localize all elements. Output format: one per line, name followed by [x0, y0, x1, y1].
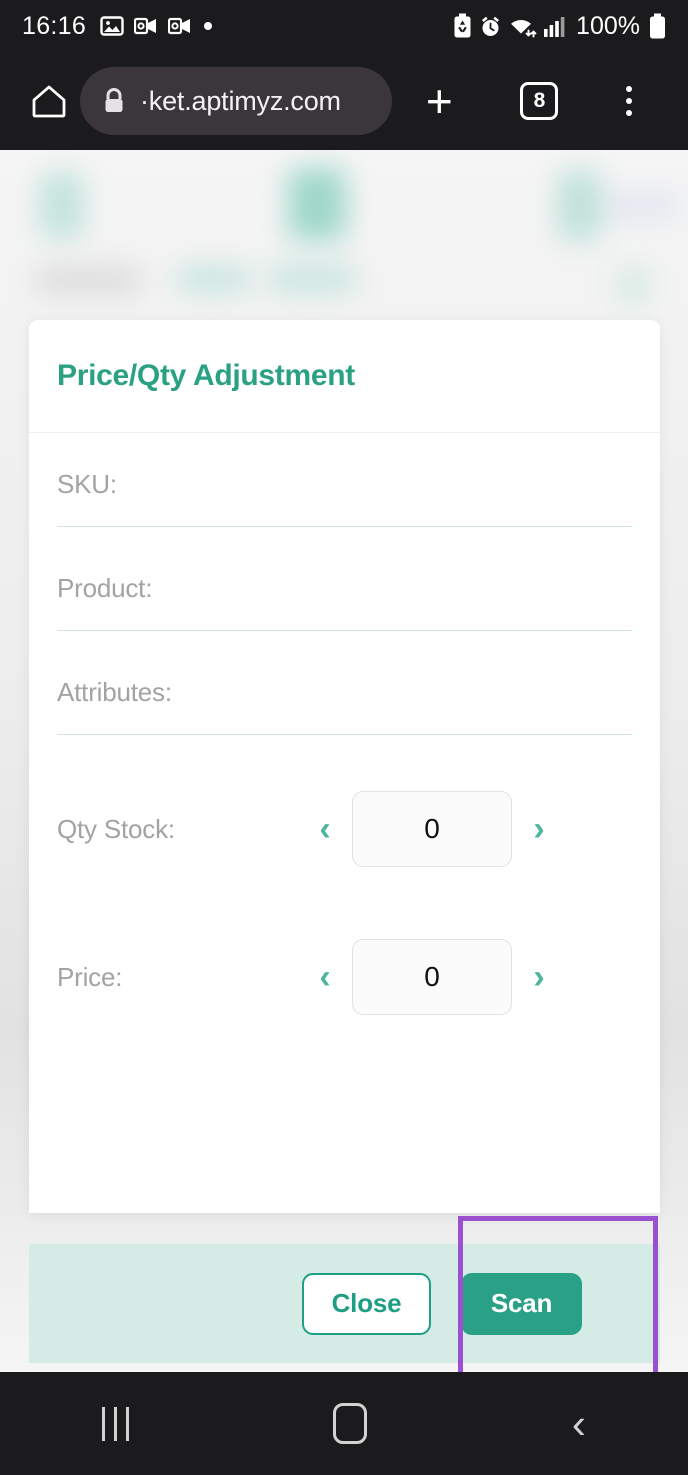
tab-switcher-button[interactable]: 8 — [520, 82, 559, 120]
sku-field[interactable]: SKU: — [57, 469, 632, 527]
status-bar-left: 16:16 — [22, 12, 214, 41]
price-input[interactable]: 0 — [352, 939, 512, 1015]
outlook-notification-icon — [134, 16, 158, 36]
status-bar: 16:16 100% — [0, 0, 688, 52]
sku-label: SKU: — [57, 469, 117, 499]
gallery-icon — [100, 14, 124, 38]
home-icon[interactable] — [22, 81, 76, 121]
new-tab-button[interactable]: + — [426, 78, 453, 124]
qty-stock-stepper: Qty Stock: ‹ 0 › — [57, 781, 632, 877]
phone-screen: 16:16 100% ·ket.aptimyz.com + 8 Price/Qt… — [0, 0, 688, 1475]
product-label: Product: — [57, 573, 153, 603]
price-label: Price: — [57, 961, 123, 992]
battery-icon — [649, 13, 666, 40]
page-content: Price/Qty Adjustment SKU: Product: Attri… — [0, 150, 688, 1372]
chevron-right-icon[interactable]: › — [516, 960, 562, 994]
lock-icon — [102, 87, 126, 115]
battery-saver-icon — [453, 13, 472, 39]
recents-icon[interactable] — [102, 1406, 130, 1441]
battery-percent-label: 100% — [576, 11, 640, 40]
sku-underline — [57, 526, 632, 527]
wifi-icon — [509, 15, 537, 38]
attributes-label: Attributes: — [57, 677, 172, 707]
product-field[interactable]: Product: — [57, 573, 632, 631]
qty-stock-input[interactable]: 0 — [352, 791, 512, 867]
modal-body: SKU: Product: Attributes: Qty Stock: ‹ 0… — [29, 433, 660, 1025]
status-clock: 16:16 — [22, 11, 87, 40]
page-title: Price/Qty Adjustment — [57, 359, 355, 392]
address-bar[interactable]: ·ket.aptimyz.com — [80, 67, 392, 135]
status-bar-right: 100% — [453, 12, 666, 41]
dot-indicator-icon — [202, 20, 214, 32]
chevron-right-icon[interactable]: › — [516, 812, 562, 846]
outlook-notification-icon — [168, 16, 192, 36]
qty-stock-label: Qty Stock: — [57, 813, 175, 844]
browser-toolbar: ·ket.aptimyz.com + 8 — [0, 52, 688, 150]
android-navigation-bar: ‹ — [0, 1372, 688, 1475]
home-square-icon[interactable] — [333, 1403, 368, 1444]
attributes-underline — [57, 734, 632, 735]
blurred-background — [0, 150, 688, 325]
back-chevron-icon[interactable]: ‹ — [572, 1402, 586, 1445]
product-underline — [57, 630, 632, 631]
attributes-field[interactable]: Attributes: — [57, 677, 632, 735]
signal-icon — [544, 15, 565, 37]
modal-footer: Close Scan — [29, 1244, 660, 1363]
modal-header: Price/Qty Adjustment — [29, 320, 660, 432]
close-button[interactable]: Close — [302, 1272, 431, 1335]
browser-actions: + 8 — [392, 78, 666, 124]
scan-button[interactable]: Scan — [461, 1272, 582, 1335]
price-qty-adjustment-modal: Price/Qty Adjustment SKU: Product: Attri… — [29, 320, 660, 1213]
url-text: ·ket.aptimyz.com — [140, 85, 341, 116]
price-stepper: Price: ‹ 0 › — [57, 929, 632, 1025]
kebab-menu-icon[interactable] — [626, 86, 633, 116]
chevron-left-icon[interactable]: ‹ — [302, 812, 348, 846]
chevron-left-icon[interactable]: ‹ — [302, 960, 348, 994]
alarm-icon — [479, 15, 502, 38]
